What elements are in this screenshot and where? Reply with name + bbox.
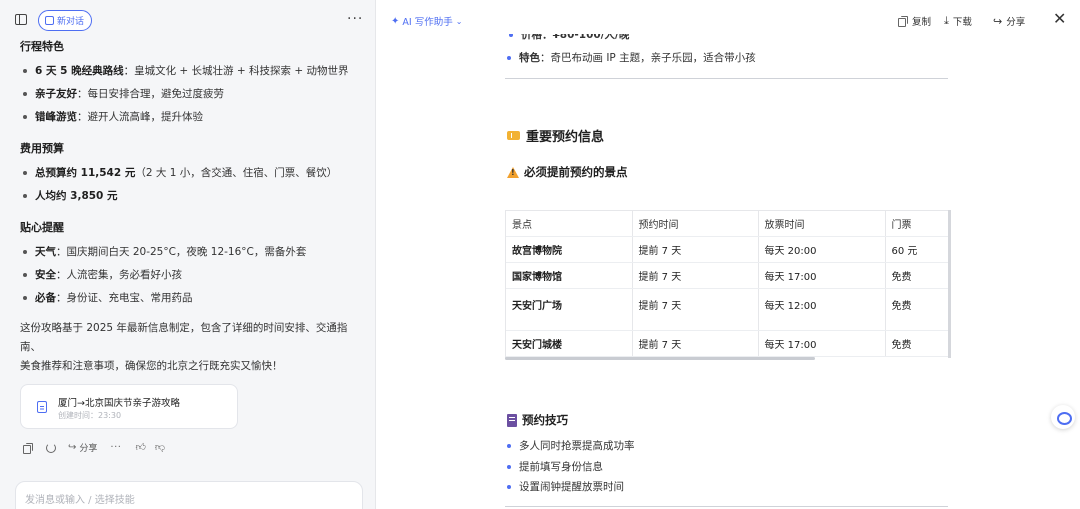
message-actions: ↪ 分享 ··· 👍︎ 👎︎ <box>23 441 165 454</box>
ai-helper-label: AI 写作助手 <box>402 17 453 28</box>
list-item: 总预算约 11,542 元（2 大 1 小，含交通、住宿、门票、餐饮） <box>20 166 360 180</box>
copy-icon[interactable] <box>23 442 33 454</box>
section-title: 费用预算 <box>20 142 64 155</box>
table-cell: 提前 7 天 <box>632 262 759 289</box>
section-title: 贴心提醒 <box>20 221 64 234</box>
ticket-icon <box>507 131 520 140</box>
download-button[interactable]: ⤓ 下载 <box>944 14 972 28</box>
list-item: 多人同时抢票提高成功率 <box>505 436 635 457</box>
divider <box>505 78 948 79</box>
sparkle-icon: ✦ <box>391 15 400 27</box>
table-cell: 60 元 <box>885 236 949 263</box>
summary-paragraph: 这份攻略基于 2025 年最新信息制定，包含了详细的时间安排、交通指南、 美食推… <box>20 322 348 372</box>
divider <box>505 506 948 507</box>
list-item: 6 天 5 晚经典路线：皇城文化 + 长城壮游 + 科技探索 + 动物世界 <box>20 64 360 78</box>
column-header: 门票 <box>885 210 949 237</box>
download-label: 下载 <box>952 17 972 28</box>
regenerate-icon[interactable] <box>46 442 56 453</box>
input-placeholder: 发消息或输入 / 选择技能 <box>25 495 135 506</box>
chat-panel: 新对话 ··· 行程特色 6 天 5 晚经典路线：皇城文化 + 长城壮游 + 科… <box>0 0 376 509</box>
column-header: 景点 <box>506 210 633 237</box>
list-item: 错峰游览：避开人流高峰，提升体验 <box>20 110 360 124</box>
new-chat-button[interactable]: 新对话 <box>38 10 93 31</box>
list-item: 天气：国庆期间白天 20-25°C，夜晚 12-16°C，需备外套 <box>20 245 360 259</box>
table-cell: 每天 17:00 <box>758 262 886 289</box>
table-cell: 免费 <box>885 330 949 357</box>
document-panel: ✦ AI 写作助手 ⌄ 复制 ⤓ 下载 ↪ 分享 ✕ 价格：¥80-100/人/… <box>377 0 1080 509</box>
thumbs-down-icon[interactable]: 👎︎ <box>155 442 165 453</box>
column-header: 放票时间 <box>758 210 886 237</box>
edit-icon <box>45 16 54 25</box>
more-options-button[interactable]: ··· <box>347 12 363 26</box>
chevron-down-icon: ⌄ <box>455 16 463 26</box>
table-cell: 提前 7 天 <box>632 288 759 331</box>
more-actions-icon[interactable]: ··· <box>110 442 121 453</box>
bullet-list: 总预算约 11,542 元（2 大 1 小，含交通、住宿、门票、餐饮） 人均约 … <box>20 166 360 203</box>
bullet-list: 6 天 5 晚经典路线：皇城文化 + 长城壮游 + 科技探索 + 动物世界 亲子… <box>20 64 360 124</box>
table-cell: 故宫博物院 <box>506 236 633 263</box>
table-row: 天安门城楼 提前 7 天 每天 17:00 免费 <box>506 330 949 357</box>
table-row: 国家博物馆 提前 7 天 每天 17:00 免费 <box>506 262 949 289</box>
close-icon[interactable]: ✕ <box>1053 11 1066 27</box>
table-cell: 天安门城楼 <box>506 330 633 357</box>
table-cell: 提前 7 天 <box>632 330 759 357</box>
share-button[interactable]: ↪ 分享 <box>993 14 1026 29</box>
table-cell: 每天 12:00 <box>758 288 886 331</box>
copy-icon <box>898 16 908 27</box>
table-header-row: 景点 预约时间 放票时间 门票 <box>506 210 949 237</box>
document-created-time: 创建时间：23:30 <box>58 411 122 420</box>
list-item: 设置闹钟提醒放票时间 <box>505 477 635 498</box>
copy-button[interactable]: 复制 <box>898 14 931 28</box>
thumbs-up-icon[interactable]: 👍︎ <box>135 442 145 453</box>
booking-heading: 重要预约信息 <box>507 126 604 145</box>
document-card[interactable]: 厦门→北京国庆节亲子游攻略 创建时间：23:30 <box>20 384 238 429</box>
section-title: 行程特色 <box>20 40 64 53</box>
assistant-float-button[interactable] <box>1051 405 1075 429</box>
share-button[interactable]: ↪ 分享 <box>68 441 97 454</box>
book-icon <box>507 413 517 427</box>
table-cell: 提前 7 天 <box>632 236 759 263</box>
table-edge-shadow <box>948 210 951 358</box>
table-cell: 国家博物馆 <box>506 262 633 289</box>
booking-table: 景点 预约时间 放票时间 门票 故宫博物院 提前 7 天 每天 20:00 60… <box>505 210 949 358</box>
share-label: 分享 <box>1006 17 1026 28</box>
table-row: 天安门广场 提前 7 天 每天 12:00 免费 <box>506 288 949 331</box>
sidebar-toggle-icon[interactable] <box>15 14 27 25</box>
download-icon: ⤓ <box>944 14 949 27</box>
document-toolbar: ✦ AI 写作助手 ⌄ 复制 ⤓ 下载 ↪ 分享 ✕ <box>377 0 1080 40</box>
tips-list: 多人同时抢票提高成功率 提前填写身份信息 设置闹钟提醒放票时间 <box>505 436 635 498</box>
ai-writing-assistant-dropdown[interactable]: ✦ AI 写作助手 ⌄ <box>391 14 463 29</box>
table-row: 故宫博物院 提前 7 天 每天 20:00 60 元 <box>506 236 949 263</box>
column-header: 预约时间 <box>632 210 759 237</box>
list-item: 特色：奇巴布动画 IP 主题，亲子乐园，适合带小孩 <box>505 51 949 65</box>
table-horizontal-scrollbar[interactable] <box>505 357 815 360</box>
message-input[interactable]: 发消息或输入 / 选择技能 <box>15 481 363 509</box>
chat-message: 行程特色 6 天 5 晚经典路线：皇城文化 + 长城壮游 + 科技探索 + 动物… <box>20 38 360 376</box>
list-item: 亲子友好：每日安排合理，避免过度疲劳 <box>20 87 360 101</box>
tips-heading: 预约技巧 <box>507 412 568 428</box>
copy-label: 复制 <box>912 17 932 28</box>
list-item: 安全：人流密集，务必看好小孩 <box>20 268 360 282</box>
feature-list: 特色：奇巴布动画 IP 主题，亲子乐园，适合带小孩 <box>505 51 949 65</box>
table-cell: 免费 <box>885 262 949 289</box>
bullet-list: 天气：国庆期间白天 20-25°C，夜晚 12-16°C，需备外套 安全：人流密… <box>20 245 360 305</box>
document-icon <box>37 401 47 413</box>
document-title: 厦门→北京国庆节亲子游攻略 <box>58 398 180 409</box>
chat-header: 新对话 ··· <box>0 0 376 40</box>
share-label: 分享 <box>79 444 98 454</box>
table-cell: 每天 17:00 <box>758 330 886 357</box>
table-cell: 天安门广场 <box>506 288 633 331</box>
must-book-heading: 必须提前预约的景点 <box>507 164 628 180</box>
table-cell: 免费 <box>885 288 949 331</box>
share-icon: ↪ <box>993 14 1003 28</box>
list-item: 提前填写身份信息 <box>505 457 635 478</box>
list-item: 人均约 3,850 元 <box>20 189 360 203</box>
list-item: 必备：身份证、充电宝、常用药品 <box>20 291 360 305</box>
new-chat-label: 新对话 <box>57 17 85 27</box>
table-cell: 每天 20:00 <box>758 236 886 263</box>
share-icon: ↪ <box>68 441 77 453</box>
warning-icon <box>507 166 519 178</box>
